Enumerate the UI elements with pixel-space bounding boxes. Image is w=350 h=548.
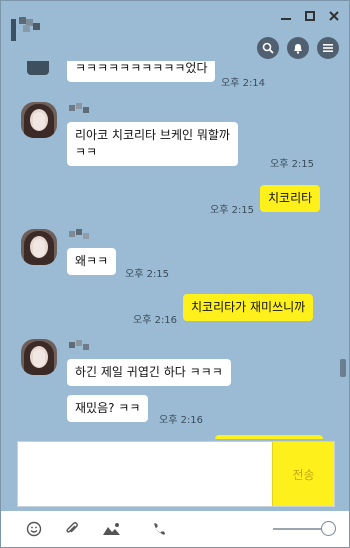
message-bubble[interactable]: 리아코 치코리타 브케인 뭐할까 ㅋㅋ: [67, 122, 238, 166]
message-time: 오후 2:15: [125, 269, 170, 280]
message-text: 재밌음? ㅋㅋ: [75, 401, 141, 415]
avatar[interactable]: [21, 339, 57, 375]
search-icon[interactable]: [257, 37, 279, 59]
message-bubble[interactable]: 치코리타가 재미쓰니까: [183, 294, 314, 321]
opacity-slider-handle[interactable]: [321, 521, 336, 536]
close-icon[interactable]: [327, 9, 341, 23]
message-text: ㅋㅋ: [75, 145, 98, 159]
message-bubble[interactable]: 치코리타: [260, 185, 321, 212]
message-time: 오후 2:15: [270, 159, 315, 170]
message-list[interactable]: ㅋㅋㅋㅋㅋㅋㅋㅋㅋㅋ었다 오후 2:14 리아코 치코리타 브케인 뭐할까 ㅋㅋ…: [1, 61, 341, 439]
message-text: 하긴 제일 귀엽긴 하다 ㅋㅋㅋ: [75, 365, 223, 379]
message-text: 치코리타가 재미쓰니까: [191, 300, 306, 314]
minimize-icon[interactable]: [279, 9, 293, 23]
scrollbar[interactable]: [340, 61, 346, 439]
sender-name: [69, 340, 91, 354]
room-avatar[interactable]: [11, 11, 45, 41]
message-bubble[interactable]: ㅋㅋㅋㅋㅋㅋㅋㅋㅋㅋ었다: [67, 61, 216, 82]
send-button[interactable]: 전송: [272, 442, 334, 506]
message-input[interactable]: 전송: [17, 441, 335, 507]
message-time: 오후 2:16: [133, 315, 178, 326]
send-button-label: 전송: [292, 467, 315, 482]
avatar[interactable]: [21, 102, 57, 138]
message-time: 오후 2:16: [159, 415, 204, 426]
attach-icon[interactable]: [63, 520, 81, 538]
phone-icon[interactable]: [151, 520, 169, 538]
title-bar: [1, 1, 349, 69]
photo-icon[interactable]: [101, 520, 123, 538]
sender-name: [69, 229, 91, 243]
menu-icon[interactable]: [317, 37, 339, 59]
message-text: 리아코 치코리타 브케인 뭐할까: [75, 128, 230, 142]
input-area: 전송: [1, 439, 349, 511]
message-bubble[interactable]: 하긴 제일 귀엽긴 하다 ㅋㅋㅋ: [67, 359, 231, 386]
avatar[interactable]: [27, 61, 49, 75]
avatar[interactable]: [21, 229, 57, 265]
message-bubble[interactable]: 재밌음? ㅋㅋ: [67, 395, 149, 422]
message-time: 오후 2:14: [221, 78, 266, 89]
message-text: ㅋㅋㅋㅋㅋㅋㅋㅋㅋㅋ었다: [75, 61, 208, 75]
bell-icon[interactable]: [287, 37, 309, 59]
sender-name: [69, 103, 91, 117]
maximize-icon[interactable]: [303, 9, 317, 23]
scrollbar-thumb[interactable]: [340, 359, 346, 377]
message-text: 왜ㅋㅋ: [75, 254, 109, 268]
message-text: 치코리타: [268, 191, 313, 205]
message-time: 오후 2:15: [210, 205, 255, 216]
bottom-toolbar: [1, 511, 349, 547]
emoji-icon[interactable]: [25, 520, 43, 538]
chat-window: ㅋㅋㅋㅋㅋㅋㅋㅋㅋㅋ었다 오후 2:14 리아코 치코리타 브케인 뭐할까 ㅋㅋ…: [0, 0, 350, 548]
message-bubble[interactable]: 왜ㅋㅋ: [67, 248, 117, 275]
